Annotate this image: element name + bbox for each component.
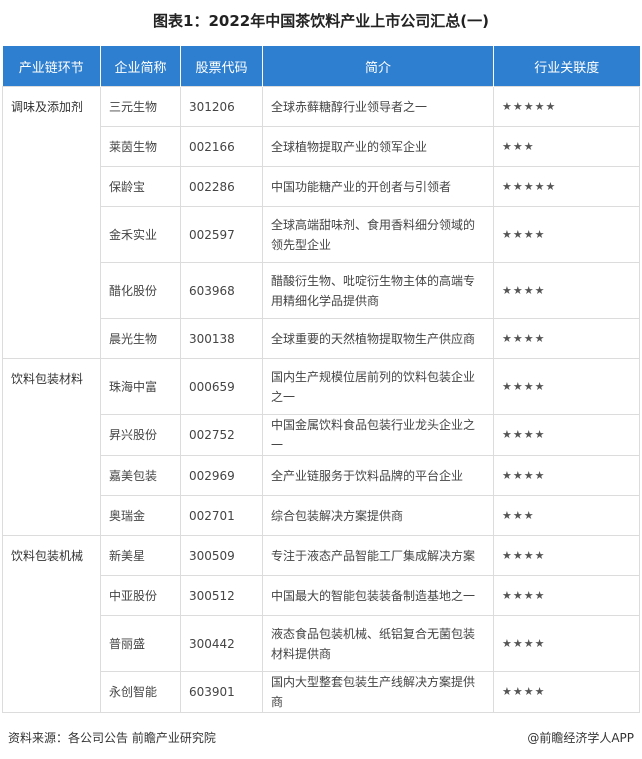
company-name: 中亚股份 xyxy=(100,575,181,616)
company-intro: 中国最大的智能包装装备制造基地之一 xyxy=(262,575,494,616)
stock-code: 300512 xyxy=(180,575,263,616)
stock-code: 300138 xyxy=(180,318,263,359)
header-code: 股票代码 xyxy=(180,46,263,87)
stock-code: 002166 xyxy=(180,126,263,167)
company-intro: 国内生产规模位居前列的饮料包装企业之一 xyxy=(262,358,494,415)
rating-stars: ★★★ xyxy=(493,126,640,167)
rating-stars: ★★★★ xyxy=(493,671,640,713)
rating-stars: ★★★★ xyxy=(493,262,640,319)
company-name: 嘉美包装 xyxy=(100,455,181,496)
rating-stars: ★★★★ xyxy=(493,535,640,576)
company-intro: 液态食品包装机械、纸铝复合无菌包装材料提供商 xyxy=(262,615,494,672)
rating-stars: ★★★★ xyxy=(493,455,640,496)
company-name: 醋化股份 xyxy=(100,262,181,319)
stock-code: 002752 xyxy=(180,414,263,456)
category-cell: 饮料包装机械 xyxy=(2,535,101,713)
header-chain: 产业链环节 xyxy=(2,46,101,87)
rating-stars: ★★★★ xyxy=(493,575,640,616)
stock-code: 002969 xyxy=(180,455,263,496)
company-intro: 全球植物提取产业的领军企业 xyxy=(262,126,494,167)
rating-stars: ★★★★★ xyxy=(493,86,640,127)
company-name: 普丽盛 xyxy=(100,615,181,672)
source-note: 资料来源：各公司公告 前瞻产业研究院 xyxy=(8,731,216,745)
company-intro: 全产业链服务于饮料品牌的平台企业 xyxy=(262,455,494,496)
category-cell: 调味及添加剂 xyxy=(2,86,101,359)
stock-code: 603968 xyxy=(180,262,263,319)
company-name: 莱茵生物 xyxy=(100,126,181,167)
company-table: 产业链环节 企业简称 股票代码 简介 行业关联度 调味及添加剂 三元生物 301… xyxy=(2,46,640,713)
company-intro: 专注于液态产品智能工厂集成解决方案 xyxy=(262,535,494,576)
rating-stars: ★★★★ xyxy=(493,206,640,263)
header-rating: 行业关联度 xyxy=(493,46,640,87)
company-name: 昇兴股份 xyxy=(100,414,181,456)
header-company: 企业简称 xyxy=(100,46,181,87)
company-name: 晨光生物 xyxy=(100,318,181,359)
company-name: 奥瑞金 xyxy=(100,495,181,536)
rating-stars: ★★★★★ xyxy=(493,166,640,207)
table-row: 饮料包装材料 珠海中富 000659 国内生产规模位居前列的饮料包装企业之一 ★… xyxy=(2,358,640,536)
rating-stars: ★★★★ xyxy=(493,414,640,456)
company-intro: 全球高端甜味剂、食用香料细分领域的领先型企业 xyxy=(262,206,494,263)
table-header-row: 产业链环节 企业简称 股票代码 简介 行业关联度 xyxy=(2,46,640,87)
stock-code: 603901 xyxy=(180,671,263,713)
rating-stars: ★★★★ xyxy=(493,318,640,359)
stock-code: 300509 xyxy=(180,535,263,576)
stock-code: 002701 xyxy=(180,495,263,536)
company-intro: 全球重要的天然植物提取物生产供应商 xyxy=(262,318,494,359)
stock-code: 301206 xyxy=(180,86,263,127)
stock-code: 000659 xyxy=(180,358,263,415)
stock-code: 002286 xyxy=(180,166,263,207)
company-intro: 全球赤藓糖醇行业领导者之一 xyxy=(262,86,494,127)
company-intro: 中国金属饮料食品包装行业龙头企业之一 xyxy=(262,414,494,456)
company-intro: 国内大型整套包装生产线解决方案提供商 xyxy=(262,671,494,713)
company-name: 珠海中富 xyxy=(100,358,181,415)
company-name: 三元生物 xyxy=(100,86,181,127)
stock-code: 002597 xyxy=(180,206,263,263)
company-name: 保龄宝 xyxy=(100,166,181,207)
header-intro: 简介 xyxy=(262,46,494,87)
company-intro: 醋酸衍生物、吡啶衍生物主体的高端专用精细化学品提供商 xyxy=(262,262,494,319)
company-intro: 中国功能糖产业的开创者与引领者 xyxy=(262,166,494,207)
company-name: 新美星 xyxy=(100,535,181,576)
table-title: 图表1：2022年中国茶饮料产业上市公司汇总(一) xyxy=(153,11,489,30)
rating-stars: ★★★★ xyxy=(493,358,640,415)
rating-stars: ★★★ xyxy=(493,495,640,536)
brand-credit: @前瞻经济学人APP xyxy=(527,731,634,745)
stock-code: 300442 xyxy=(180,615,263,672)
company-intro: 综合包装解决方案提供商 xyxy=(262,495,494,536)
footer: 资料来源：各公司公告 前瞻产业研究院 @前瞻经济学人APP xyxy=(0,727,642,749)
table-row: 饮料包装机械 新美星 300509 专注于液态产品智能工厂集成解决方案 ★★★★ xyxy=(2,535,640,713)
category-cell: 饮料包装材料 xyxy=(2,358,101,536)
company-name: 永创智能 xyxy=(100,671,181,713)
rating-stars: ★★★★ xyxy=(493,615,640,672)
company-name: 金禾实业 xyxy=(100,206,181,263)
table-row: 调味及添加剂 三元生物 301206 全球赤藓糖醇行业领导者之一 ★★★★★ xyxy=(2,86,640,359)
